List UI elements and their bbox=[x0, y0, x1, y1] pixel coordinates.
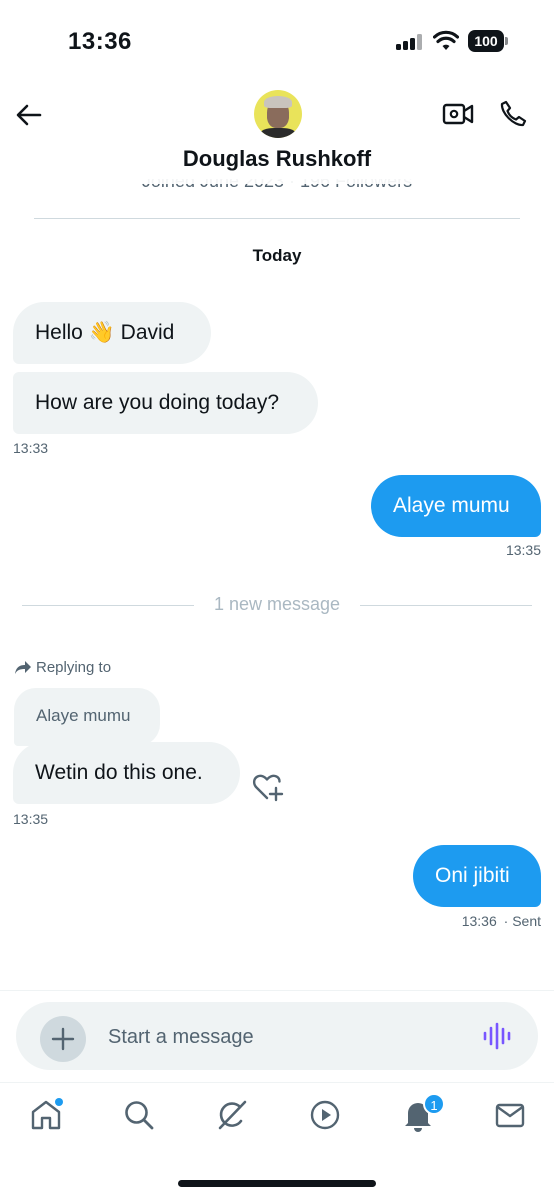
notifications-badge: 1 bbox=[423, 1093, 445, 1115]
message-composer bbox=[16, 1002, 538, 1070]
quoted-message[interactable]: Alaye mumu bbox=[14, 688, 160, 746]
conversation-header: Douglas Rushkoff bbox=[0, 84, 554, 184]
add-reaction-icon[interactable] bbox=[252, 772, 284, 802]
message-timestamp: 13:35 bbox=[505, 542, 541, 558]
notifications-tab[interactable]: 1 bbox=[400, 1093, 445, 1133]
home-indicator bbox=[178, 1180, 376, 1187]
reply-arrow-icon bbox=[15, 661, 31, 674]
add-attachment-button[interactable] bbox=[40, 1016, 86, 1062]
battery-level: 100 bbox=[468, 30, 504, 52]
status-time: 13:36 bbox=[68, 28, 132, 55]
incoming-message-bubble[interactable]: Wetin do this one. bbox=[13, 742, 240, 804]
video-call-icon[interactable] bbox=[442, 100, 474, 128]
new-message-line-right bbox=[360, 605, 532, 606]
composer-separator bbox=[0, 990, 554, 991]
status-bar: 13:36 100 bbox=[0, 0, 554, 84]
message-timestamp: 13:36 bbox=[461, 913, 497, 929]
home-unread-dot bbox=[55, 1098, 63, 1106]
incoming-message-bubble[interactable]: Hello 👋 David bbox=[13, 302, 211, 364]
messages-tab[interactable] bbox=[492, 1097, 528, 1133]
date-separator: Today bbox=[252, 246, 302, 265]
contact-name[interactable]: Douglas Rushkoff bbox=[0, 146, 554, 172]
search-tab[interactable] bbox=[121, 1097, 157, 1133]
voice-message-icon[interactable] bbox=[482, 1022, 512, 1050]
home-tab[interactable] bbox=[28, 1097, 64, 1133]
mail-icon bbox=[495, 1103, 525, 1128]
replying-to-label: Replying to bbox=[36, 658, 112, 676]
battery-icon: 100 bbox=[468, 30, 508, 52]
message-sent-status: · Sent bbox=[503, 913, 541, 929]
grok-icon bbox=[218, 1100, 247, 1130]
outgoing-message-bubble[interactable]: Alaye mumu bbox=[371, 475, 541, 537]
cellular-signal-icon bbox=[396, 34, 424, 50]
search-icon bbox=[125, 1101, 154, 1130]
message-timestamp: 13:35 bbox=[13, 811, 49, 827]
play-icon bbox=[310, 1100, 340, 1130]
message-status-row: 13:36 · Sent bbox=[462, 913, 541, 929]
phone-call-icon[interactable] bbox=[498, 99, 528, 129]
message-input[interactable] bbox=[108, 1016, 468, 1058]
profile-divider bbox=[34, 218, 520, 219]
video-tab[interactable] bbox=[307, 1097, 343, 1133]
plus-icon bbox=[51, 1027, 75, 1051]
outgoing-message-bubble[interactable]: Oni jibiti bbox=[413, 845, 541, 907]
back-arrow-icon[interactable] bbox=[14, 100, 44, 130]
reply-context: Replying to bbox=[14, 657, 111, 677]
contact-avatar[interactable] bbox=[254, 90, 302, 138]
wifi-icon bbox=[433, 30, 459, 50]
message-timestamp: 13:33 bbox=[13, 440, 49, 456]
grok-tab[interactable] bbox=[214, 1097, 250, 1133]
incoming-message-bubble[interactable]: How are you doing today? bbox=[13, 372, 318, 434]
